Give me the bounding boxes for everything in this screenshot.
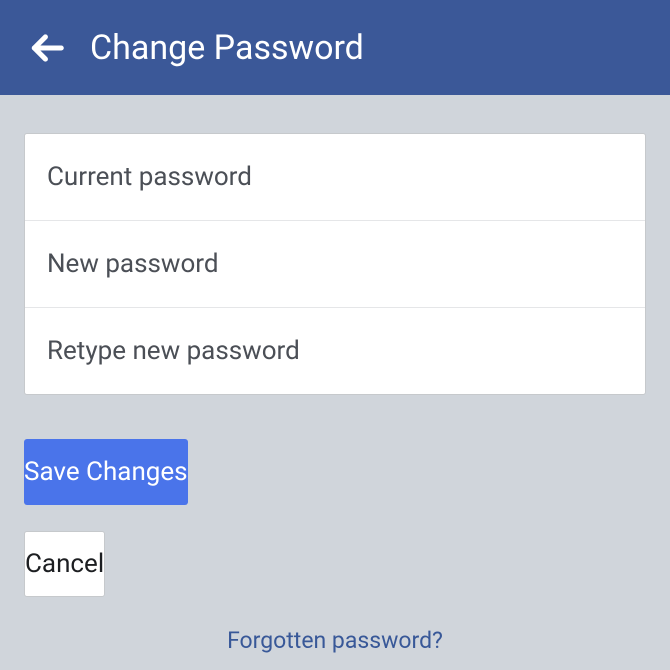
current-password-row	[25, 134, 645, 221]
new-password-field[interactable]	[25, 221, 645, 307]
page-title: Change Password	[90, 28, 364, 68]
back-arrow-icon[interactable]	[28, 29, 66, 67]
app-header: Change Password	[0, 0, 670, 95]
forgot-link-row: Forgotten password?	[0, 627, 670, 654]
save-changes-button[interactable]: Save Changes	[24, 439, 188, 505]
retype-password-field[interactable]	[25, 308, 645, 394]
new-password-row	[25, 221, 645, 308]
current-password-field[interactable]	[25, 134, 645, 220]
password-form-card	[24, 133, 646, 395]
cancel-button[interactable]: Cancel	[24, 531, 105, 597]
retype-password-row	[25, 308, 645, 394]
forgotten-password-link[interactable]: Forgotten password?	[227, 627, 443, 654]
